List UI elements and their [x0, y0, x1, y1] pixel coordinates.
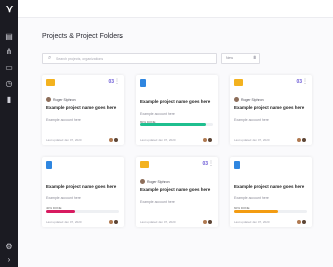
owner-name: Roger Siphron: [147, 180, 170, 184]
last-updated: Last updated Jan 07, 2020: [234, 138, 270, 142]
chevron-down-icon[interactable]: ⌄: [118, 33, 123, 40]
avatar: [301, 219, 307, 225]
owner-avatar: [46, 97, 51, 102]
member-avatars: [296, 219, 308, 225]
account-name: Example account here: [46, 118, 81, 122]
account-name: Example account here: [46, 196, 81, 200]
document-icon[interactable]: ▭: [5, 64, 13, 72]
avatar: [207, 137, 213, 143]
project-folder-card[interactable]: 03 ⋮ Roger Siphron Example project name …: [136, 157, 218, 227]
sidebar: ⋎ ▤ ⋔ ▭ ◷ ▮ ⚙ ›: [0, 0, 18, 267]
account-name: Example account here: [234, 196, 269, 200]
member-avatars: [108, 137, 120, 143]
document-icon: [234, 161, 240, 169]
clock-icon[interactable]: ◷: [5, 80, 13, 88]
member-avatars: [202, 137, 214, 143]
progress-fill: [234, 210, 278, 213]
owner-avatar: [140, 179, 145, 184]
progress-bar: [234, 210, 307, 213]
filter-select[interactable]: New ⩩: [221, 53, 260, 64]
progress-fill: [46, 210, 76, 213]
last-updated: Last updated Jan 07, 2020: [46, 220, 82, 224]
last-updated: Last updated Jan 07, 2020: [140, 138, 176, 142]
account-name: Example account here: [140, 112, 175, 116]
chevron-right-icon[interactable]: ›: [5, 256, 13, 264]
more-options-icon[interactable]: ⋮: [114, 78, 120, 85]
project-name[interactable]: Example project name goes here: [234, 184, 306, 190]
search-field[interactable]: ⌕: [42, 53, 217, 64]
bar-chart-icon[interactable]: ▮: [5, 96, 13, 104]
account-name: Example account here: [140, 200, 175, 204]
avatar: [301, 137, 307, 143]
search-icon: ⌕: [48, 55, 52, 61]
progress-bar: [140, 123, 213, 126]
last-updated: Last updated Jan 07, 2020: [46, 138, 82, 142]
project-folder-card[interactable]: 03 ⋮ Roger Siphron Example project name …: [230, 75, 312, 145]
avatar: [113, 137, 119, 143]
member-avatars: [296, 137, 308, 143]
more-options-icon[interactable]: ⋮: [302, 78, 308, 85]
account-name: Example account here: [234, 118, 269, 122]
project-name[interactable]: Example project name goes here: [140, 187, 212, 193]
project-name[interactable]: Example project name goes here: [46, 105, 118, 111]
search-input[interactable]: [56, 55, 206, 62]
top-bar: [18, 0, 333, 18]
document-icon: [140, 79, 146, 87]
last-updated: Last updated Jan 07, 2020: [140, 220, 176, 224]
progress-bar: [46, 210, 119, 213]
folder-icon: [46, 79, 55, 86]
document-icon: [46, 161, 52, 169]
more-options-icon[interactable]: ⋮: [208, 160, 214, 167]
avatar: [207, 219, 213, 225]
project-name[interactable]: Example project name goes here: [140, 99, 212, 105]
project-card[interactable]: Example project name goes here Example a…: [42, 157, 124, 227]
project-card[interactable]: Example project name goes here Example a…: [230, 157, 312, 227]
member-avatars: [108, 219, 120, 225]
project-folder-card[interactable]: 03 ⋮ Roger Siphron Example project name …: [42, 75, 124, 145]
filter-icon: ⩩: [253, 55, 256, 61]
owner-name: Roger Siphron: [53, 98, 76, 102]
app-logo[interactable]: ⋎: [4, 5, 15, 15]
owner-avatar: [234, 97, 239, 102]
project-card[interactable]: Example project name goes here Example a…: [136, 75, 218, 145]
folder-icon: [140, 161, 149, 168]
member-avatars: [202, 219, 214, 225]
owner-name: Roger Siphron: [241, 98, 264, 102]
project-name[interactable]: Example project name goes here: [234, 105, 306, 111]
filter-label: New: [226, 56, 234, 60]
avatar: [113, 219, 119, 225]
gear-icon[interactable]: ⚙: [5, 243, 13, 251]
building-icon[interactable]: ▤: [5, 33, 13, 41]
hierarchy-icon[interactable]: ⋔: [5, 48, 13, 56]
project-name[interactable]: Example project name goes here: [46, 184, 118, 190]
progress-fill: [140, 123, 206, 126]
folder-icon: [234, 79, 243, 86]
last-updated: Last updated Jan 07, 2020: [234, 220, 270, 224]
page-title: Projects & Project Folders: [42, 33, 123, 40]
